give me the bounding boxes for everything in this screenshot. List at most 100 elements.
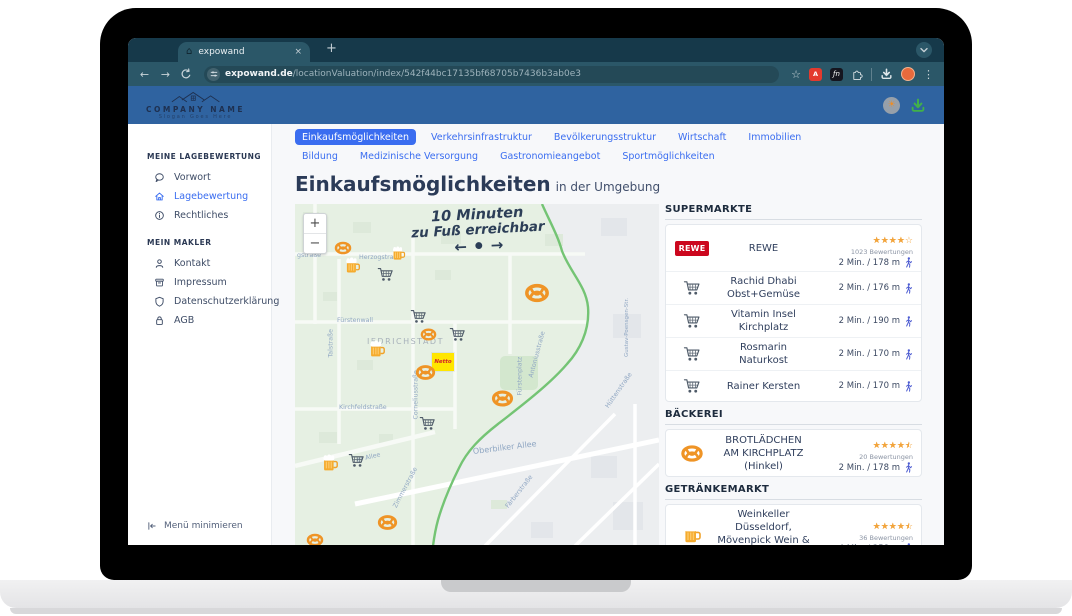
- map-zoom-out-button[interactable]: −: [304, 234, 326, 253]
- map[interactable]: + − 10 Minuten zu Fuß erreichbar ← ● →: [295, 204, 659, 545]
- beer-mug-map-icon[interactable]: [368, 340, 386, 358]
- downloads-icon[interactable]: [880, 68, 893, 80]
- poi-row[interactable]: Rainer Kersten 2 Min. / 170 m: [666, 370, 921, 401]
- distance-label: 2 Min. / 170 m: [839, 349, 900, 359]
- pretzel-map-icon[interactable]: [524, 280, 550, 306]
- pretzel-map-icon[interactable]: [491, 387, 514, 410]
- poi-section-title: SUPERMÄRKTE: [665, 204, 922, 220]
- url-text: expowand.de/locationValuation/index/542f…: [225, 69, 581, 79]
- tab-bev-lkerungsstruktur[interactable]: Bevölkerungsstruktur: [547, 129, 663, 145]
- arrow-dot-icon: ●: [475, 242, 483, 251]
- poi-name: Weinkeller Düsseldorf, Mövenpick Wein & …: [716, 508, 811, 545]
- beer-mug-map-icon[interactable]: [321, 454, 339, 472]
- back-button[interactable]: ←: [138, 69, 151, 80]
- sidebar: MEINE LAGEBEWERTUNGVorwortLagebewertungR…: [128, 124, 272, 545]
- sidebar-item-kontakt[interactable]: Kontakt: [128, 254, 271, 273]
- pretzel-map-icon[interactable]: [377, 512, 398, 533]
- tab-medizinische-versorgung[interactable]: Medizinische Versorgung: [353, 148, 485, 164]
- street-label-3: Talstraße: [328, 329, 335, 357]
- sidebar-item-label: Vorwort: [174, 172, 211, 183]
- poi-panel: SUPERMÄRKTEREWEREWE☆☆☆☆☆★★★★★1023 Bewert…: [665, 204, 922, 545]
- forward-button[interactable]: →: [159, 69, 172, 80]
- poi-name: BROTLÄDCHEN AM KIRCHPLATZ (Hinkel): [716, 434, 811, 473]
- sidebar-section-heading: MEIN MAKLER: [128, 238, 271, 254]
- map-zoom-in-button[interactable]: +: [304, 214, 326, 234]
- pretzel-map-icon[interactable]: [334, 239, 352, 257]
- laptop-base-shadow: [10, 608, 1062, 614]
- tab-immobilien[interactable]: Immobilien: [741, 129, 808, 145]
- tab-verkehrsinfrastruktur[interactable]: Verkehrsinfrastruktur: [424, 129, 539, 145]
- company-name: COMPANY NAME: [146, 105, 245, 114]
- pretzel-map-icon[interactable]: [420, 326, 437, 343]
- tab-close-icon[interactable]: ×: [294, 47, 302, 57]
- distance-label: 2 Min. / 170 m: [839, 381, 900, 391]
- download-report-button[interactable]: [910, 98, 926, 113]
- sidebar-item-vorwort[interactable]: Vorwort: [128, 168, 271, 187]
- tab-sportm-glichkeiten[interactable]: Sportmöglichkeiten: [615, 148, 721, 164]
- walking-person-icon: [904, 349, 913, 360]
- browser-tab[interactable]: ⌂ expowand ×: [178, 42, 310, 62]
- address-bar[interactable]: expowand.de/locationValuation/index/542f…: [204, 66, 779, 83]
- poi-section-title: BÄCKEREI: [665, 409, 922, 425]
- pretzel-map-icon-glyph: [420, 326, 437, 343]
- bookmark-star-icon[interactable]: ☆: [791, 69, 801, 80]
- rooftops-logo-icon: [158, 90, 232, 105]
- pretzel-map-icon[interactable]: [415, 362, 436, 383]
- poi-card-list: REWEREWE☆☆☆☆☆★★★★★1023 Bewertungen2 Min.…: [665, 224, 922, 402]
- poi-name: Rainer Kersten: [716, 380, 811, 393]
- tune-icon: [210, 70, 218, 78]
- poi-row[interactable]: Rachid Dhabi Obst+Gemüse2 Min. / 176 m: [666, 271, 921, 304]
- sidebar-item-datenschutzerklärung[interactable]: Datenschutzerklärung: [128, 292, 271, 311]
- poi-row[interactable]: Weinkeller Düsseldorf, Mövenpick Wein & …: [666, 505, 921, 545]
- menu-dots-icon[interactable]: ⋮: [923, 69, 934, 80]
- arrow-left-icon: ←: [454, 240, 467, 256]
- theme-sun-button[interactable]: ☀: [883, 97, 900, 114]
- poi-row[interactable]: REWEREWE☆☆☆☆☆★★★★★1023 Bewertungen2 Min.…: [666, 225, 921, 271]
- collapse-menu-button[interactable]: Menü minimieren: [147, 521, 243, 531]
- sidebar-item-label: Rechtliches: [174, 210, 228, 221]
- tab-search-button[interactable]: [916, 42, 932, 58]
- poi-section-title: GETRÄNKEMARKT: [665, 484, 922, 500]
- shopping-cart-map-icon[interactable]: [348, 452, 365, 469]
- profile-avatar[interactable]: [901, 67, 915, 81]
- sidebar-item-impressum[interactable]: Impressum: [128, 273, 271, 292]
- browser-toolbar: ← → expowand.de/locationValuation/index/…: [128, 62, 944, 86]
- company-slogan: Slogan Goes Here: [159, 114, 232, 120]
- archive-icon: [154, 277, 165, 288]
- shopping-cart-map-icon[interactable]: [419, 415, 436, 432]
- beer-mug-map-icon[interactable]: [344, 257, 361, 274]
- site-settings-icon[interactable]: [207, 68, 220, 81]
- shopping-cart-map-icon[interactable]: [410, 308, 427, 325]
- reload-button[interactable]: [180, 68, 192, 80]
- poi-icon: [674, 313, 710, 329]
- laptop-notch: [441, 580, 631, 592]
- sidebar-item-agb[interactable]: AGB: [128, 311, 271, 330]
- pretzel-map-icon[interactable]: [306, 531, 324, 545]
- tab-einkaufsm-glichkeiten[interactable]: Einkaufsmöglichkeiten: [295, 129, 416, 145]
- shopping-cart-map-icon-glyph: [449, 326, 466, 343]
- tab-gastronomieangebot[interactable]: Gastronomieangebot: [493, 148, 607, 164]
- poi-icon: REWE: [674, 241, 710, 256]
- sidebar-item-rechtliches[interactable]: Rechtliches: [128, 206, 271, 225]
- walking-person-icon: [904, 462, 913, 473]
- tab-bildung[interactable]: Bildung: [295, 148, 345, 164]
- distance-label: 4 Min. / 358 m: [839, 544, 900, 546]
- collapse-arrow-icon: [147, 521, 157, 531]
- shopping-cart-map-icon[interactable]: [449, 326, 466, 343]
- extensions-puzzle-icon[interactable]: [851, 68, 863, 81]
- company-logo[interactable]: COMPANY NAME Slogan Goes Here: [146, 90, 245, 120]
- shopping-cart-map-icon[interactable]: [377, 266, 394, 283]
- review-count: 1023 Bewertungen: [817, 248, 913, 256]
- sidebar-item-lagebewertung[interactable]: Lagebewertung: [128, 187, 271, 206]
- poi-details: ☆☆☆☆☆★★★★★36 Bewertungen4 Min. / 358 m: [817, 514, 913, 545]
- poi-row[interactable]: Vitamin Insel Kirchplatz2 Min. / 190 m: [666, 304, 921, 337]
- poi-row[interactable]: BROTLÄDCHEN AM KIRCHPLATZ (Hinkel)☆☆☆☆☆★…: [666, 430, 921, 476]
- street-label-6: Fürstenplatz: [517, 357, 524, 396]
- tab-wirtschaft[interactable]: Wirtschaft: [671, 129, 733, 145]
- fn-extension-icon[interactable]: ƒn: [830, 68, 843, 81]
- pdf-extension-icon[interactable]: A: [809, 68, 822, 81]
- star-rating: ☆☆☆☆☆★★★★★: [873, 237, 913, 247]
- poi-row[interactable]: Rosmarin Naturkost2 Min. / 170 m: [666, 337, 921, 370]
- chat-icon: [154, 172, 165, 183]
- new-tab-button[interactable]: +: [326, 41, 337, 56]
